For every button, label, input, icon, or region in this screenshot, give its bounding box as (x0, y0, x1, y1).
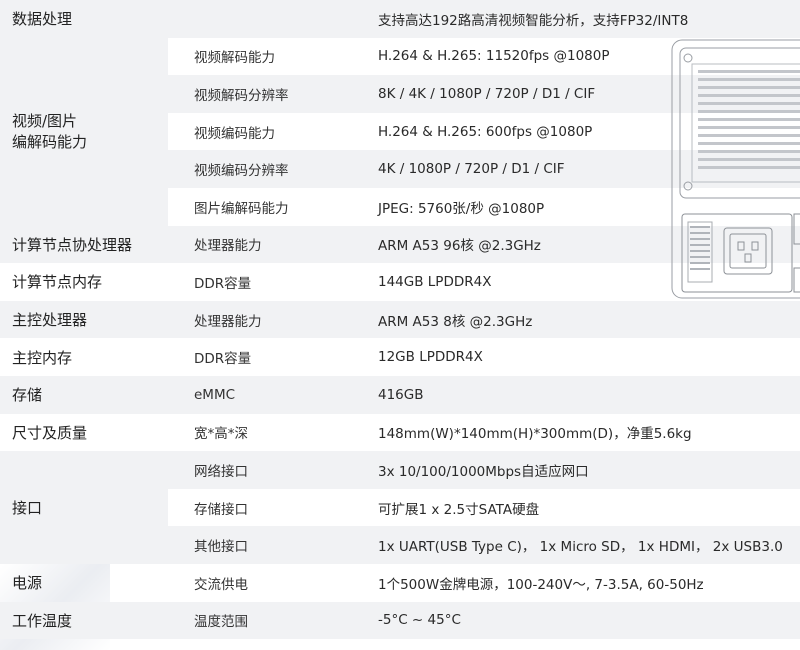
row-subcategory: 视频解码能力 (194, 50, 275, 67)
table-row: 计算节点协处理器 处理器能力 ARM A53 96核 @2.3GHz (0, 225, 800, 264)
row-subcategory: 处理器能力 (168, 300, 366, 339)
row-value: 1x UART(USB Type C)， 1x Micro SD， 1x HDM… (366, 526, 800, 564)
row-category: 电源 (12, 574, 43, 593)
row-subcategory: 其他接口 (168, 526, 366, 564)
row-category: 工作温度 (0, 601, 168, 640)
row-value: 4K / 1080P / 720P / D1 / CIF (366, 150, 800, 188)
row-category: 存储 (0, 375, 168, 414)
row-category: 主控处理器 (0, 300, 168, 339)
row-subcategory: 网络接口 (168, 451, 366, 489)
row-subcategory: DDR容量 (194, 351, 252, 368)
row-category: 计算节点内存 (12, 273, 103, 292)
row-value: ARM A53 8核 @2.3GHz (366, 300, 800, 339)
row-subcategory: 视频编码分辨率 (168, 150, 366, 188)
row-value: ARM A53 96核 @2.3GHz (366, 225, 800, 264)
table-row: 存储 eMMC 416GB (0, 375, 800, 414)
table-row: 尺寸及质量 宽*高*深 148mm(W)*140mm(H)*300mm(D)，净… (0, 414, 800, 452)
table-row: 接口 网络接口 3x 10/100/1000Mbps自适应网口 (0, 451, 800, 564)
row-category: 视频/图片 编解码能力 (0, 37, 168, 226)
table-row: 数据处理 支持高达192路高清视频智能分析，支持FP32/INT8 (0, 0, 800, 38)
row-value: 3x 10/100/1000Mbps自适应网口 (366, 451, 800, 489)
row-subcategory: DDR容量 (194, 275, 252, 292)
row-subcategory: 存储接口 (194, 501, 248, 518)
table-row: 视频/图片 编解码能力 视频解码能力 H.264 & H.265: 11520f… (0, 37, 800, 226)
row-value: 144GB LPDDR4X (378, 273, 492, 290)
row-category: 主控内存 (12, 348, 73, 367)
row-value: H.264 & H.265: 11520fps @1080P (378, 48, 610, 65)
row-subcategory: 温度范围 (168, 601, 366, 640)
row-subcategory: 视频解码分辨率 (168, 75, 366, 113)
row-value: 416GB (366, 375, 800, 414)
table-row: 电源 交流供电 1个500W金牌电源，100-240V～, 7-3.5A, 60… (0, 564, 800, 602)
row-value: 12GB LPDDR4X (378, 349, 483, 366)
row-subcategory: eMMC (168, 375, 366, 414)
row-value: JPEG: 5760张/秒 @1080P (378, 200, 545, 217)
row-category: 数据处理 (0, 0, 168, 38)
category-line: 编解码能力 (12, 132, 88, 151)
row-subcategory: 处理器能力 (168, 225, 366, 264)
row-value: 可扩展1 x 2.5寸SATA硬盘 (378, 501, 540, 518)
row-category: 接口 (0, 451, 168, 564)
row-value: H.264 & H.265: 600fps @1080P (378, 123, 593, 140)
spec-table: 数据处理 支持高达192路高清视频智能分析，支持FP32/INT8 视频/图片 … (0, 0, 800, 640)
row-category: 尺寸及质量 (12, 423, 88, 442)
table-row: 主控内存 DDR容量 12GB LPDDR4X (0, 338, 800, 376)
row-subcategory: 图片编解码能力 (194, 200, 289, 217)
table-row: 工作温度 温度范围 -5°C ~ 45°C (0, 601, 800, 640)
table-row: 计算节点内存 DDR容量 144GB LPDDR4X (0, 263, 800, 301)
row-category: 计算节点协处理器 (0, 225, 168, 264)
row-value: -5°C ~ 45°C (366, 601, 800, 640)
row-value: 148mm(W)*140mm(H)*300mm(D)，净重5.6kg (378, 426, 692, 443)
row-value: 1个500W金牌电源，100-240V～, 7-3.5A, 60-50Hz (378, 576, 704, 593)
row-subcategory (168, 0, 366, 38)
row-value: 8K / 4K / 1080P / 720P / D1 / CIF (366, 75, 800, 113)
row-subcategory: 交流供电 (194, 576, 248, 593)
category-line: 视频/图片 (12, 111, 78, 130)
row-subcategory: 宽*高*深 (194, 426, 248, 443)
table-row: 主控处理器 处理器能力 ARM A53 8核 @2.3GHz (0, 300, 800, 339)
row-value: 支持高达192路高清视频智能分析，支持FP32/INT8 (366, 0, 800, 38)
row-subcategory: 视频编码能力 (194, 125, 275, 142)
